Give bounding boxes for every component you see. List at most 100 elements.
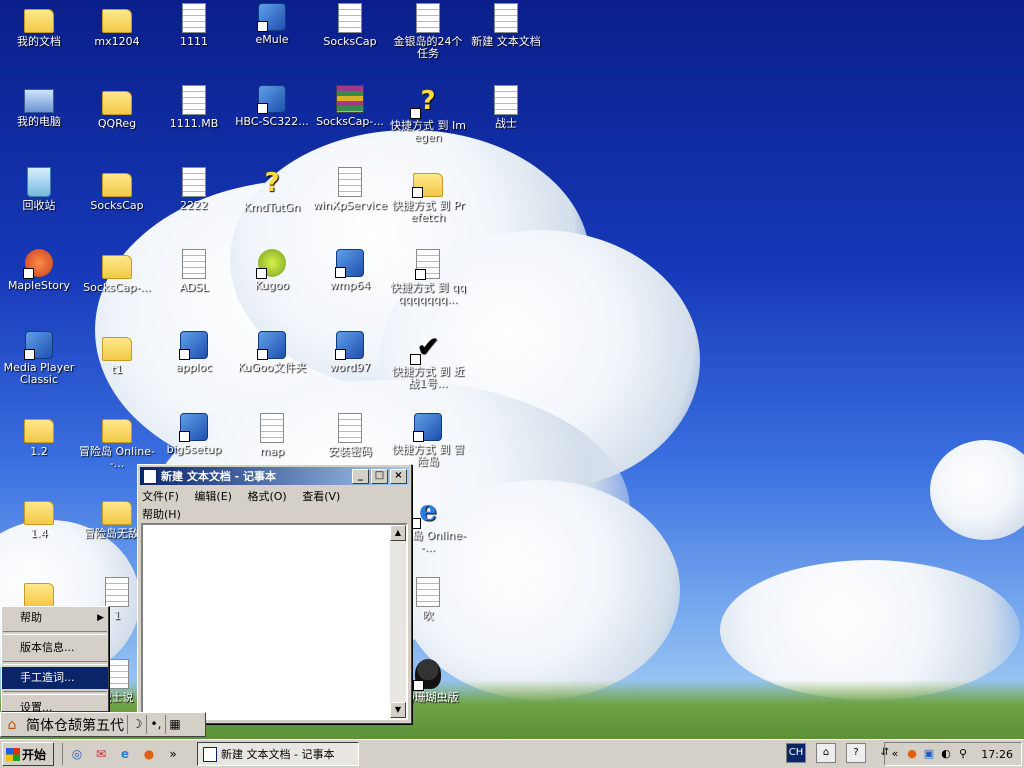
cloud bbox=[720, 560, 1020, 700]
imegen-icon: ? bbox=[410, 85, 444, 119]
menu-edit[interactable]: 编辑(E) bbox=[194, 490, 232, 503]
notepad-icon bbox=[143, 468, 157, 484]
desktop-icon[interactable]: wmp64 bbox=[311, 249, 389, 292]
menu-file[interactable]: 文件(F) bbox=[142, 490, 179, 503]
scroll-down-button[interactable]: ▼ bbox=[390, 702, 406, 718]
menu-format[interactable]: 格式(O) bbox=[247, 490, 286, 503]
desktop-icon-label: ADSL bbox=[179, 281, 209, 294]
desktop-icon[interactable]: 1.2 bbox=[0, 413, 78, 458]
notepad-window[interactable]: 新建 文本文档 - 记事本 _ □ × 文件(F) 编辑(E) 格式(O) 查看… bbox=[137, 464, 412, 724]
desktop-icon[interactable]: 1111 bbox=[155, 3, 233, 48]
soft-keyboard-toggle[interactable]: ▦ bbox=[165, 715, 184, 734]
tray-overflow-button[interactable]: « bbox=[888, 747, 902, 761]
desktop-icon[interactable]: winXpService bbox=[311, 167, 389, 212]
desktop-icon[interactable]: ✔ 快捷方式 到 近战1号... bbox=[389, 331, 467, 390]
desktop-icon[interactable]: map bbox=[233, 413, 311, 458]
desktop-icon[interactable]: SocksCap-... bbox=[311, 85, 389, 128]
desktop-icon-label: 1111 bbox=[180, 35, 208, 48]
desktop-icon[interactable]: MapleStory bbox=[0, 249, 78, 292]
desktop-icon[interactable]: SocksCap bbox=[311, 3, 389, 48]
maximize-button[interactable]: □ bbox=[371, 468, 388, 484]
notepad-text-area[interactable] bbox=[141, 523, 408, 720]
start-button[interactable]: 开始 bbox=[2, 742, 54, 766]
menu-separator bbox=[3, 661, 107, 665]
outlook-icon[interactable]: ✉ bbox=[93, 746, 109, 762]
half-width-toggle[interactable]: ☽ bbox=[127, 715, 146, 734]
desktop-icon-label: wmp64 bbox=[329, 279, 371, 292]
notepad-titlebar[interactable]: 新建 文本文档 - 记事本 _ □ × bbox=[140, 467, 409, 485]
desktop-icon[interactable]: 1.4 bbox=[0, 495, 78, 540]
desktop-icon[interactable]: big5setup bbox=[155, 413, 233, 456]
desktop-icon[interactable]: Media Player Classic bbox=[0, 331, 78, 386]
desktop-icon[interactable]: SocksCap bbox=[78, 167, 156, 212]
ime-taskbar-icon[interactable]: ⌂ bbox=[816, 743, 836, 763]
desktop-icon[interactable]: 回收站 bbox=[0, 167, 78, 212]
desktop-icon[interactable]: 新建 文本文档 bbox=[467, 3, 545, 48]
help-icon[interactable]: ? bbox=[846, 743, 866, 763]
desktop-icon[interactable]: 快捷方式 到 qqqqqqqqq... bbox=[389, 249, 467, 306]
menu-view[interactable]: 查看(V) bbox=[302, 490, 340, 503]
desktop-icon-label: apploc bbox=[175, 361, 213, 374]
ime-status-bar[interactable]: ⌂ 简体仓颉第五代 ☽ •, ▦ bbox=[0, 712, 206, 737]
desktop-icon[interactable]: KuGoo文件夹 bbox=[233, 331, 311, 374]
desktop-icon[interactable]: word97 bbox=[311, 331, 389, 374]
desktop-icon-label: QQReg bbox=[97, 117, 137, 130]
punctuation-toggle[interactable]: •, bbox=[146, 715, 165, 734]
desktop-icon[interactable]: HBC-SC322... bbox=[233, 85, 311, 128]
scroll-up-button[interactable]: ▲ bbox=[390, 525, 406, 541]
taskbar-notepad-button[interactable]: 新建 文本文档 - 记事本 bbox=[197, 742, 359, 766]
desktop-icon-label: KmdTutGn bbox=[243, 201, 301, 214]
speaker-tray-icon[interactable]: ◐ bbox=[939, 747, 953, 761]
desktop-icon[interactable]: 2222 bbox=[155, 167, 233, 212]
desktop-icon[interactable]: SocksCap-... bbox=[78, 249, 156, 294]
taskbar: 开始 ◎ ✉ e ● » 新建 文本文档 - 记事本 CH ⌂ ? ⇵ « ● … bbox=[0, 739, 1024, 768]
connection-tray-icon[interactable]: ⚲ bbox=[956, 747, 970, 761]
desktop-icon-label: SocksCap-... bbox=[83, 281, 151, 294]
internet-explorer-icon[interactable]: e bbox=[117, 746, 133, 762]
notepad-title: 新建 文本文档 - 记事本 bbox=[161, 470, 277, 483]
desktop-icon[interactable]: 金银岛的24个任务 bbox=[389, 3, 467, 60]
browser-icon[interactable]: ◎ bbox=[69, 746, 85, 762]
desktop-icon-label: 1111.MB bbox=[169, 117, 219, 130]
close-button[interactable]: × bbox=[390, 468, 407, 484]
firefox-tray-icon[interactable]: ● bbox=[905, 747, 919, 761]
desktop-icon[interactable]: mx1204 bbox=[78, 3, 156, 48]
wmp64-icon bbox=[335, 249, 364, 278]
clock[interactable]: 17:26 bbox=[981, 748, 1013, 761]
desktop-icon[interactable]: 快捷方式 到 Prefetch bbox=[389, 167, 467, 224]
desktop-icon[interactable]: QQReg bbox=[78, 85, 156, 130]
desktop-icon[interactable]: ? 快捷方式 到 Imegen bbox=[389, 85, 467, 144]
my-documents-icon bbox=[24, 9, 54, 33]
desktop-icon[interactable]: 我的电脑 bbox=[0, 85, 78, 128]
firefox-icon[interactable]: ● bbox=[141, 746, 157, 762]
menu-item-manual-word[interactable]: 手工造词... bbox=[2, 667, 108, 689]
ime-logo-icon[interactable]: ⌂ bbox=[3, 716, 21, 734]
folder-icon bbox=[102, 337, 132, 361]
desktop-icon[interactable]: 快捷方式 到 冒险岛 bbox=[389, 413, 467, 468]
minimize-button[interactable]: _ bbox=[352, 468, 369, 484]
ime-name[interactable]: 简体仓颉第五代 bbox=[23, 715, 127, 735]
quick-launch-overflow[interactable]: » bbox=[165, 746, 181, 762]
desktop-icon[interactable]: 战士 bbox=[467, 85, 545, 130]
desktop-icon[interactable]: 我的文档 bbox=[0, 3, 78, 48]
text-file-icon bbox=[416, 3, 440, 33]
menu-item-help[interactable]: 帮助 ▶ bbox=[2, 607, 108, 629]
desktop-icon[interactable]: t1 bbox=[78, 331, 156, 376]
desktop-icon[interactable]: eMule bbox=[233, 3, 311, 46]
desktop-icon[interactable]: 安装密码 bbox=[311, 413, 389, 458]
vertical-scrollbar[interactable]: ▲ ▼ bbox=[390, 525, 406, 718]
desktop-icon[interactable]: 1111.MB bbox=[155, 85, 233, 130]
desktop-icon[interactable]: apploc bbox=[155, 331, 233, 374]
desktop-icon[interactable]: Kugoo bbox=[233, 249, 311, 292]
media-player-classic-icon bbox=[24, 331, 53, 360]
folder-icon bbox=[102, 255, 132, 279]
menu-help[interactable]: 帮助(H) bbox=[142, 508, 181, 521]
menu-item-version-info[interactable]: 版本信息... bbox=[2, 637, 108, 659]
text-file-icon bbox=[494, 3, 518, 33]
folder-icon bbox=[24, 419, 54, 443]
desktop-icon[interactable]: ADSL bbox=[155, 249, 233, 294]
desktop-icon[interactable]: 冒险岛 Online--... bbox=[78, 413, 156, 470]
desktop-icon[interactable]: ? KmdTutGn bbox=[233, 167, 311, 214]
lang-indicator[interactable]: CH bbox=[786, 743, 806, 763]
network-tray-icon[interactable]: ▣ bbox=[922, 747, 936, 761]
